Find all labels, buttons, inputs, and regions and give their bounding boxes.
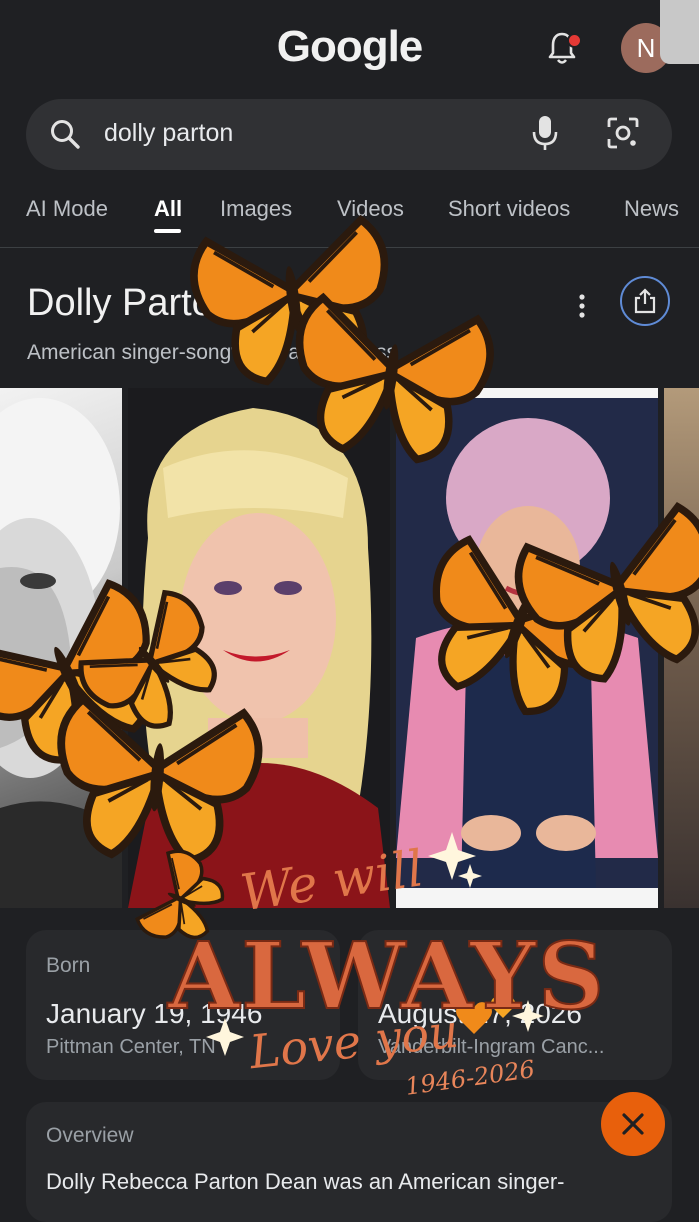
lens-camera-icon[interactable] (606, 116, 640, 150)
died-date: August 27, 2026 (378, 998, 582, 1029)
died-card[interactable]: August 27, 2026 Vanderbilt-Ingram Canc..… (358, 930, 672, 1080)
tab-news[interactable]: News (624, 196, 679, 222)
tab-ai-mode[interactable]: AI Mode (26, 196, 108, 222)
born-place: Pittman Center, TN (46, 1036, 216, 1058)
share-button[interactable] (620, 276, 670, 326)
born-label: Born (46, 954, 91, 977)
tab-all[interactable]: All (154, 196, 182, 222)
overview-label: Overview (46, 1124, 134, 1147)
entity-image-3[interactable] (396, 388, 658, 908)
entity-image-2[interactable] (128, 388, 390, 908)
close-button[interactable] (601, 1092, 665, 1156)
overview-text: Dolly Rebecca Parton Dean was an America… (46, 1169, 565, 1194)
tab-images[interactable]: Images (220, 196, 292, 222)
tabs-divider (0, 247, 699, 248)
microphone-icon[interactable] (530, 114, 560, 152)
born-date: January 19, 1946 (46, 998, 263, 1029)
tab-videos[interactable]: Videos (337, 196, 404, 222)
entity-title: Dolly Parton (27, 282, 234, 324)
close-icon (622, 1113, 644, 1135)
more-options-icon[interactable] (572, 292, 592, 320)
active-tab-indicator (154, 229, 181, 233)
died-place: Vanderbilt-Ingram Canc... (378, 1036, 605, 1058)
share-icon (634, 288, 656, 314)
screenshot-corner-overlay (660, 0, 699, 64)
search-input[interactable]: dolly parton (104, 119, 233, 148)
search-icon[interactable] (48, 117, 82, 151)
entity-image-4[interactable] (664, 388, 699, 908)
tab-short-videos[interactable]: Short videos (448, 196, 570, 222)
overview-card[interactable]: Overview Dolly Rebecca Parton Dean was a… (26, 1102, 672, 1222)
entity-image-1[interactable] (0, 388, 122, 908)
entity-subtitle: American singer-songwriter and actress (27, 341, 397, 364)
notification-badge (567, 33, 582, 48)
born-card[interactable]: Born January 19, 1946 Pittman Center, TN (26, 930, 340, 1080)
google-logo[interactable]: Google (0, 22, 699, 72)
